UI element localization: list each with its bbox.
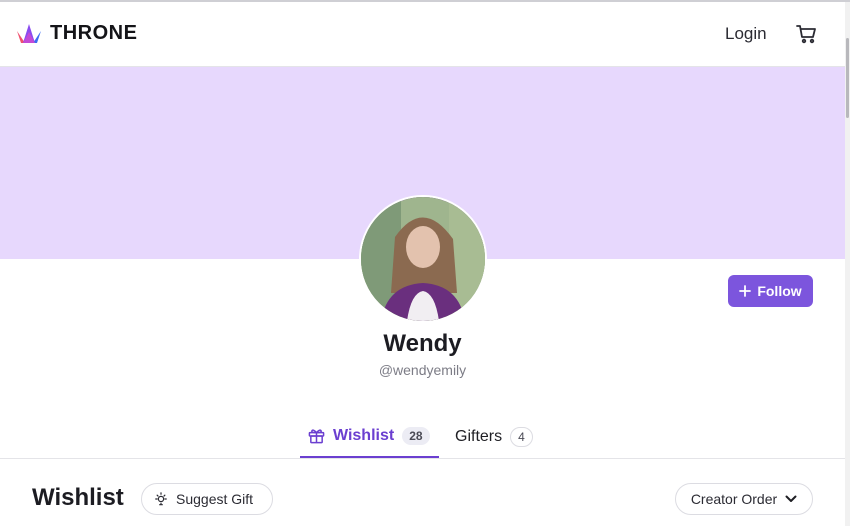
follow-button[interactable]: Follow: [728, 275, 813, 307]
suggest-gift-button[interactable]: Suggest Gift: [141, 483, 273, 515]
chevron-down-icon: [785, 495, 797, 502]
login-link[interactable]: Login: [725, 24, 767, 44]
wishlist-heading: Wishlist: [32, 484, 124, 511]
tab-wishlist[interactable]: Wishlist 28: [300, 415, 439, 458]
top-navbar: THRONE Login: [0, 2, 845, 67]
sort-order-dropdown[interactable]: Creator Order: [675, 483, 813, 515]
gifters-count-badge: 4: [510, 426, 533, 447]
tab-gifters[interactable]: Gifters 4: [455, 415, 533, 458]
page-scrollbar[interactable]: [845, 2, 850, 526]
avatar-photo: [361, 197, 485, 321]
gift-icon: [308, 429, 325, 444]
scrollbar-thumb[interactable]: [846, 38, 849, 118]
cart-icon: [796, 25, 816, 44]
follow-button-label: Follow: [757, 283, 802, 299]
sort-order-value: Creator Order: [690, 491, 778, 507]
cart-button[interactable]: [796, 24, 818, 49]
profile-handle: @wendyemily: [378, 362, 467, 378]
throne-crown-icon: [17, 23, 41, 43]
tab-wishlist-label: Wishlist: [333, 426, 395, 444]
wishlist-count-badge: 28: [402, 426, 430, 445]
profile-tabs: Wishlist 28 Gifters 4: [0, 415, 845, 459]
tab-gifters-label: Gifters: [455, 427, 503, 445]
profile-name: Wendy: [383, 330, 462, 357]
logo-text: THRONE: [50, 22, 138, 44]
plus-icon: [739, 285, 752, 297]
suggest-gift-label: Suggest Gift: [176, 491, 254, 507]
logo[interactable]: THRONE: [16, 22, 137, 45]
avatar: [359, 195, 487, 323]
lightbulb-icon: [155, 492, 167, 506]
